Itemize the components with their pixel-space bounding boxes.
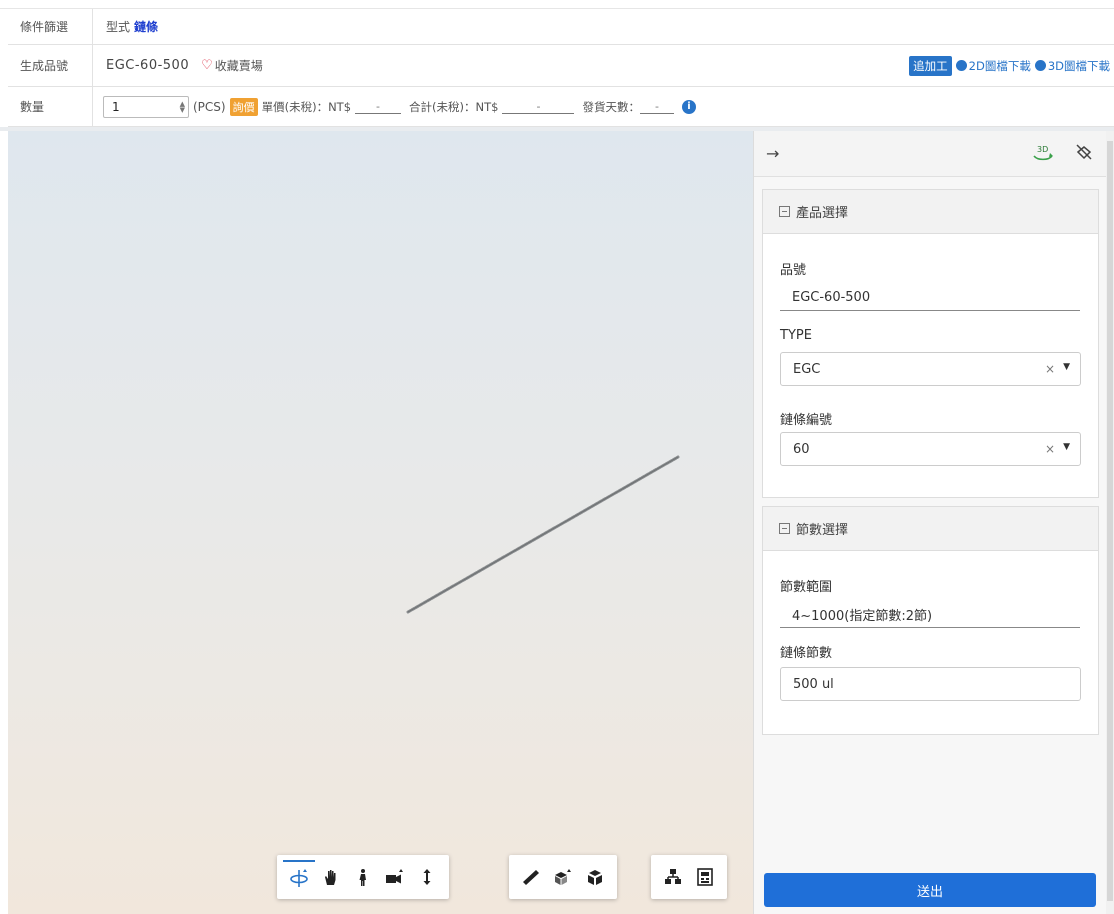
favorite-link[interactable]: 收藏賣場 — [215, 57, 263, 74]
pitch-range-value: 4~1000(指定節數:2節) — [780, 602, 1080, 628]
chevron-down-icon[interactable]: ▼ — [1063, 442, 1070, 456]
model-toolbar — [651, 855, 727, 899]
quantity-row: 數量 1 ▲ ▼ (PCS) 詢價 單價(未稅)：NT$ - 合計(未稅)：NT$… — [8, 87, 1114, 127]
panel-header: → 3D — [754, 131, 1106, 177]
add-process-button[interactable]: 追加工 — [909, 55, 952, 76]
hide-view-icon[interactable] — [1074, 142, 1094, 166]
generated-part-number: EGC-60-500 — [106, 58, 190, 73]
zoom-vertical-icon[interactable] — [411, 860, 443, 894]
download-3d-label: 3D圖檔下載 — [1047, 58, 1110, 73]
config-panel: → 3D 產品選擇 品號 EGC-60-500 TYPE EGC × ▼ 鏈條編號… — [753, 131, 1106, 914]
page-scrollbar[interactable] — [1106, 131, 1114, 914]
structure-tree-icon[interactable] — [657, 860, 689, 894]
chain-model — [406, 455, 680, 614]
quantity-value: 1 — [112, 99, 120, 114]
collapse-icon[interactable] — [779, 523, 790, 534]
chain-pitch-count-label: 鏈條節數 — [780, 646, 833, 661]
product-selection-header[interactable]: 產品選擇 — [763, 190, 1098, 234]
camera-icon[interactable] — [379, 860, 411, 894]
type-select[interactable]: EGC × ▼ — [780, 352, 1081, 386]
part-number-label: 生成品號 — [8, 45, 93, 86]
download-2d-label: 2D圖檔下載 — [968, 58, 1031, 73]
pitch-count-title: 節數選擇 — [796, 523, 849, 538]
scrollbar-thumb[interactable] — [1107, 141, 1113, 901]
collapse-icon[interactable] — [779, 206, 790, 217]
heart-icon[interactable]: ♡ — [201, 58, 213, 73]
quantity-unit: (PCS) — [193, 99, 226, 114]
ask-price-button[interactable]: 詢價 — [229, 97, 258, 116]
chain-pitch-count-input[interactable]: 500 ul — [780, 667, 1081, 701]
style-value-link[interactable]: 鏈條 — [134, 18, 158, 35]
quantity-label: 數量 — [8, 87, 93, 126]
tools-toolbar — [509, 855, 617, 899]
type-selected-value: EGC — [793, 361, 821, 377]
ship-days-value: - — [639, 100, 674, 114]
pitch-range-label: 節數範圍 — [780, 580, 833, 595]
chain-number-selected-value: 60 — [793, 441, 810, 457]
clear-icon[interactable]: × — [1045, 442, 1055, 456]
walk-person-icon[interactable] — [347, 860, 379, 894]
spinner-arrows-icon[interactable]: ▲ ▼ — [180, 100, 185, 113]
navigation-toolbar — [277, 855, 449, 899]
download-3d-link[interactable]: 3D圖檔下載 — [1034, 58, 1110, 74]
style-label: 型式 — [106, 20, 131, 34]
part-number-row: 生成品號 EGC-60-500 ♡ 收藏賣場 追加工 2D圖檔下載 3D圖檔下載 — [8, 45, 1114, 87]
properties-icon[interactable] — [689, 860, 721, 894]
product-selection-section: 產品選擇 品號 EGC-60-500 TYPE EGC × ▼ 鏈條編號 60 ×… — [762, 189, 1099, 498]
ship-days-label: 發貨天數： — [582, 99, 640, 114]
cube-view-icon[interactable] — [579, 860, 611, 894]
unit-price-label: 單價(未稅)：NT$ — [261, 99, 352, 114]
collapse-arrow-icon[interactable]: → — [766, 144, 779, 163]
product-selection-title: 產品選擇 — [796, 206, 849, 221]
3d-viewer-canvas[interactable] — [8, 131, 753, 914]
part-number-field-label: 品號 — [780, 263, 807, 278]
3d-view-badge: 3D — [1037, 145, 1048, 154]
orbit-icon[interactable] — [283, 860, 315, 894]
pitch-count-header[interactable]: 節數選擇 — [763, 507, 1098, 551]
globe-icon — [1034, 60, 1046, 71]
download-2d-link[interactable]: 2D圖檔下載 — [955, 58, 1031, 74]
info-icon[interactable]: i — [681, 99, 696, 114]
quantity-stepper[interactable]: 1 ▲ ▼ — [103, 95, 189, 118]
explode-model-icon[interactable] — [547, 860, 579, 894]
3d-view-icon[interactable]: 3D — [1030, 141, 1056, 167]
filter-row: 條件篩選 型式 鏈條 — [8, 9, 1114, 45]
filter-label: 條件篩選 — [8, 9, 93, 44]
unit-price-value: - — [355, 100, 402, 114]
clear-icon[interactable]: × — [1045, 362, 1055, 376]
submit-button[interactable]: 送出 — [764, 873, 1096, 907]
pitch-count-section: 節數選擇 節數範圍 4~1000(指定節數:2節) 鏈條節數 500 ul — [762, 506, 1099, 735]
part-number-field: EGC-60-500 — [780, 285, 1080, 311]
measure-ruler-icon[interactable] — [515, 860, 547, 894]
chain-number-label: 鏈條編號 — [780, 413, 833, 428]
total-label: 合計(未稅)：NT$ — [409, 99, 499, 114]
globe-icon — [955, 60, 967, 71]
type-label: TYPE — [780, 328, 812, 343]
chevron-down-icon[interactable]: ▼ — [1063, 362, 1070, 376]
chain-number-select[interactable]: 60 × ▼ — [780, 432, 1081, 466]
pan-hand-icon[interactable] — [315, 860, 347, 894]
total-value: - — [502, 100, 575, 114]
